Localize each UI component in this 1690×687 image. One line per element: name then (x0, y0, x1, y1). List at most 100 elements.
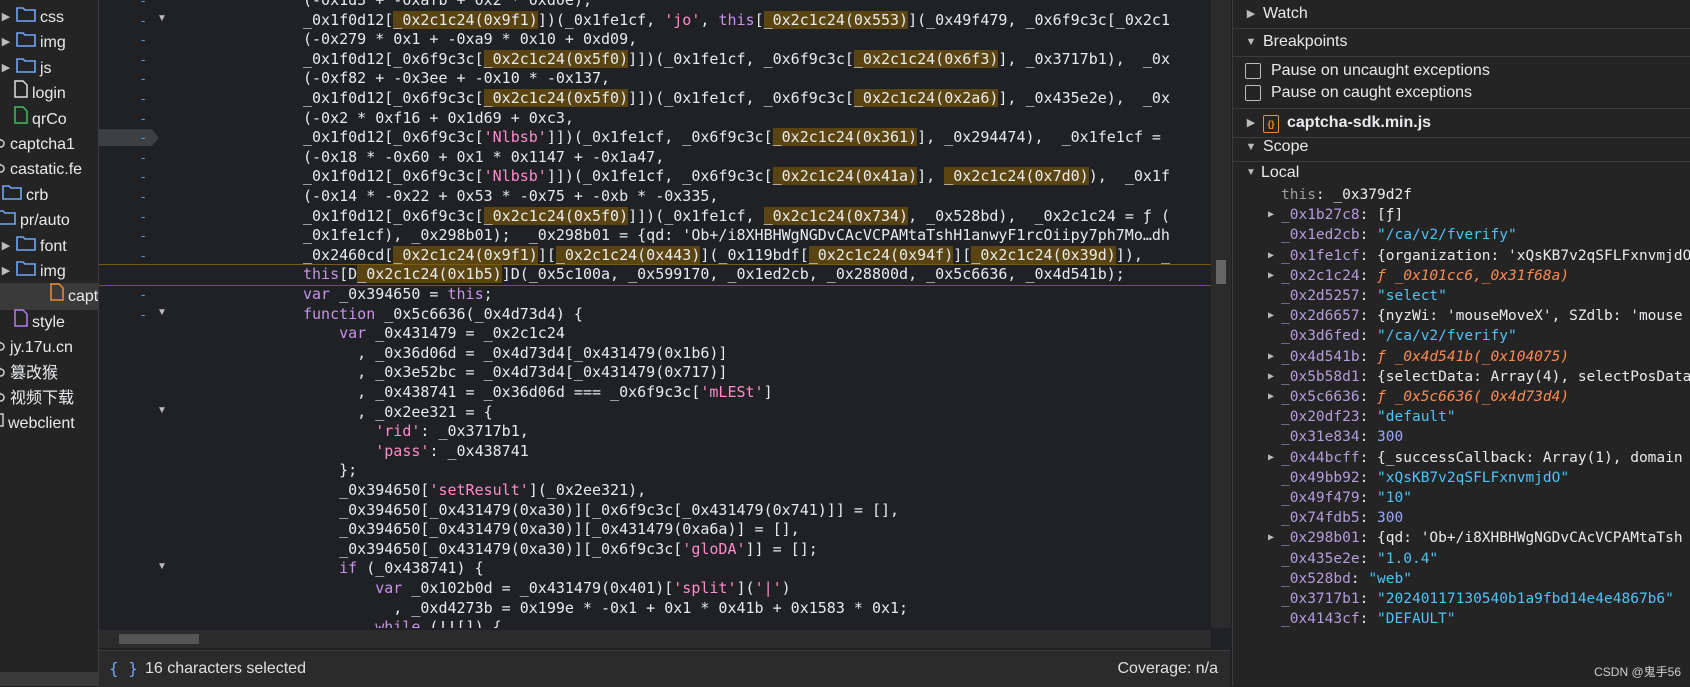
tree-item[interactable]: captcha1 (0, 131, 75, 158)
scope-variable[interactable]: _0x1ed2cb: "/ca/v2/fverify" (1281, 224, 1517, 246)
scope-variable[interactable]: ▶ _0x4d541b: ƒ _0x4d541b(_0x104075) (1268, 346, 1569, 368)
code-line[interactable]: _0x394650['setResult'](_0x2ee321), (303, 481, 646, 501)
gutter-line[interactable] (99, 618, 173, 628)
tree-item[interactable]: ▶ img (0, 258, 66, 285)
pretty-print-icon[interactable]: { } (109, 651, 138, 687)
expand-arrow-icon[interactable]: ▶ (1265, 204, 1277, 226)
gutter-line[interactable]: ▼ (99, 403, 173, 423)
code-line[interactable]: }; (303, 461, 357, 481)
expand-arrow-icon[interactable]: ▶ (0, 258, 12, 285)
expand-arrow-icon[interactable]: ▶ (1265, 245, 1277, 267)
tree-item[interactable]: style (10, 309, 65, 336)
gutter-line[interactable]: - (99, 167, 173, 187)
breakpoints-section-header[interactable]: ▼ Breakpoints (1233, 28, 1690, 57)
code-line[interactable]: _0x1f0d12[_0x6f9c3c['Nlbsb']])(_0x1fe1cf… (303, 167, 1170, 187)
expand-arrow-icon[interactable]: ▶ (0, 55, 12, 82)
fold-arrow-icon[interactable]: ▼ (157, 307, 167, 318)
code-line[interactable]: , _0xd4273b = 0x199e * -0x1 + 0x1 * 0x41… (303, 599, 908, 619)
fold-arrow-icon[interactable]: ▼ (157, 561, 167, 572)
line-gutter[interactable]: --▼---------------▼▼▼ (99, 0, 173, 628)
scope-variable[interactable]: ▶ _0x2c1c24: ƒ _0x101cc6,_0x31f68a) (1268, 265, 1569, 287)
scope-variable[interactable]: _0x74fdb5: 300 (1281, 507, 1403, 529)
gutter-line[interactable]: - ▼ (99, 11, 173, 31)
gutter-line[interactable]: - (99, 246, 173, 266)
fold-arrow-icon[interactable]: ▼ (157, 405, 167, 416)
expand-arrow-icon[interactable]: ▶ (1265, 447, 1277, 469)
fold-arrow-icon[interactable]: ▼ (157, 13, 167, 24)
paused-code-line[interactable]: this[D_0x2c1c24(0x1b5)]D(_0x5c100a, _0x5… (99, 264, 1211, 286)
scope-variable[interactable]: this: _0x379d2f (1281, 184, 1412, 206)
expand-arrow-icon[interactable]: ▶ (0, 233, 12, 260)
gutter-line[interactable] (99, 383, 173, 403)
tree-item[interactable]: castatic.fe (0, 156, 82, 183)
tree-item[interactable]: qrCo (10, 105, 67, 133)
gutter-line[interactable] (99, 481, 173, 501)
scroll-thumb-h[interactable] (119, 634, 199, 644)
scope-variable[interactable]: _0x31e834: 300 (1281, 426, 1403, 448)
gutter-line[interactable]: ▼ (99, 559, 173, 579)
tree-item[interactable]: 篡改猴 (0, 360, 58, 387)
breakpoint-marker-icon[interactable] (99, 129, 159, 147)
code-line[interactable]: var _0x102b0d = _0x431479(0x401)['split'… (303, 579, 790, 599)
code-line[interactable]: (-0x14 * -0x22 + 0x53 * -0x75 + -0xb * -… (303, 187, 718, 207)
code-line[interactable]: _0x394650[_0x431479(0xa30)][_0x6f9c3c['g… (303, 540, 818, 560)
code-line[interactable]: , _0x36d06d = _0x4d73d4[_0x431479(0x1b6)… (303, 344, 727, 364)
code-line[interactable]: 'rid': _0x3717b1, (303, 422, 529, 442)
tree-item[interactable]: 视频下载 (0, 385, 74, 412)
code-line[interactable]: 'pass': _0x438741 (303, 442, 529, 462)
scope-variable[interactable]: _0x4143cf: "DEFAULT" (1281, 608, 1456, 630)
gutter-line[interactable] (99, 363, 173, 383)
expand-arrow-icon[interactable]: ▶ (1265, 386, 1277, 408)
editor-horizontal-scrollbar[interactable] (99, 630, 1211, 648)
gutter-line[interactable]: - (99, 226, 173, 246)
code-line[interactable]: _0x1fe1cf), _0x298b01); _0x298b01 = {qd:… (303, 226, 1170, 246)
scope-variable[interactable]: _0x20df23: "default" (1281, 406, 1456, 428)
scope-variable[interactable]: ▶ _0x5b58d1: {selectData: Array(4), selec… (1268, 366, 1690, 388)
tree-item[interactable]: login (10, 80, 66, 107)
scope-variable[interactable]: ▶ _0x298b01: {qd: 'Ob+/i8XHBHWgNGDvCAcVCP… (1268, 527, 1683, 549)
code-line[interactable]: _0x2460cd[_0x2c1c24(0x9f1)][_0x2c1c24(0x… (303, 245, 1170, 266)
watch-section-header[interactable]: ▶ Watch (1233, 0, 1690, 29)
expand-arrow-icon[interactable]: ▶ (0, 4, 12, 31)
gutter-line[interactable]: - (99, 89, 173, 109)
code-line[interactable]: if (_0x438741) { (303, 559, 484, 579)
code-line[interactable]: , _0x438741 = _0x36d06d === _0x6f9c3c['m… (303, 383, 772, 403)
tree-scrollbar[interactable] (0, 672, 98, 686)
scope-variable[interactable]: _0x435e2e: "1.0.4" (1281, 548, 1438, 570)
gutter-line[interactable]: - (99, 109, 173, 129)
scope-variable[interactable]: ▶ _0x44bcff: {_successCallback: Array(1),… (1268, 447, 1683, 469)
gutter-line[interactable]: - (99, 69, 173, 89)
code-area[interactable]: (-0x1d3 + -0xafb + 0x2 * 0xd0e), _0x1f0d1… (99, 0, 1211, 628)
scope-variable[interactable]: _0x3d6fed: "/ca/v2/fverify" (1281, 325, 1517, 347)
tree-item[interactable]: webclient (0, 410, 75, 437)
code-line[interactable]: (-0x18 * -0x60 + 0x1 * 0x1147 + -0x1a47, (303, 148, 664, 168)
scope-variable[interactable]: ▶ _0x1fe1cf: {organization: 'xQsKB7v2qSFL… (1268, 245, 1690, 267)
code-line[interactable]: _0x1f0d12[_0x2c1c24(0x9f1)])(_0x1fe1cf, … (303, 10, 1170, 31)
gutter-line[interactable]: - (99, 207, 173, 227)
gutter-line[interactable] (99, 461, 173, 481)
tree-item[interactable]: ▶ img (0, 29, 66, 56)
code-line[interactable]: _0x1f0d12[_0x6f9c3c[_0x2c1c24(0x5f0)]])(… (303, 89, 1170, 109)
scroll-thumb[interactable] (1216, 260, 1226, 284)
gutter-line[interactable] (99, 520, 173, 540)
checkbox-icon[interactable] (1245, 85, 1261, 101)
gutter-line[interactable]: - (99, 30, 173, 50)
tree-item[interactable]: ▶ font (0, 233, 67, 260)
code-line[interactable]: function _0x5c6636(_0x4d73d4) { (303, 305, 583, 325)
code-line[interactable]: var _0x431479 = _0x2c1c24 (303, 324, 565, 344)
scope-variable[interactable]: _0x3717b1: "20240117130540b1a9fbd14e4e48… (1281, 588, 1674, 610)
gutter-line[interactable]: - (99, 128, 173, 148)
pause-uncaught-checkbox[interactable]: Pause on uncaught exceptions (1245, 60, 1490, 82)
gutter-line[interactable] (99, 442, 173, 462)
expand-arrow-icon[interactable]: ▶ (0, 29, 12, 56)
code-line[interactable]: _0x1f0d12[_0x6f9c3c['Nlbsb']])(_0x1fe1cf… (303, 128, 1161, 148)
gutter-line[interactable]: - (99, 0, 173, 11)
gutter-line[interactable] (99, 540, 173, 560)
gutter-line[interactable] (99, 344, 173, 364)
gutter-line[interactable] (99, 599, 173, 619)
expand-arrow-icon[interactable]: ▶ (1265, 527, 1277, 549)
tree-item[interactable]: ▶ css (0, 4, 64, 31)
local-scope-row[interactable]: ▼ Local (1246, 162, 1299, 184)
checkbox-icon[interactable] (1245, 63, 1261, 79)
scope-variable[interactable]: _0x49f479: "10" (1281, 487, 1412, 509)
